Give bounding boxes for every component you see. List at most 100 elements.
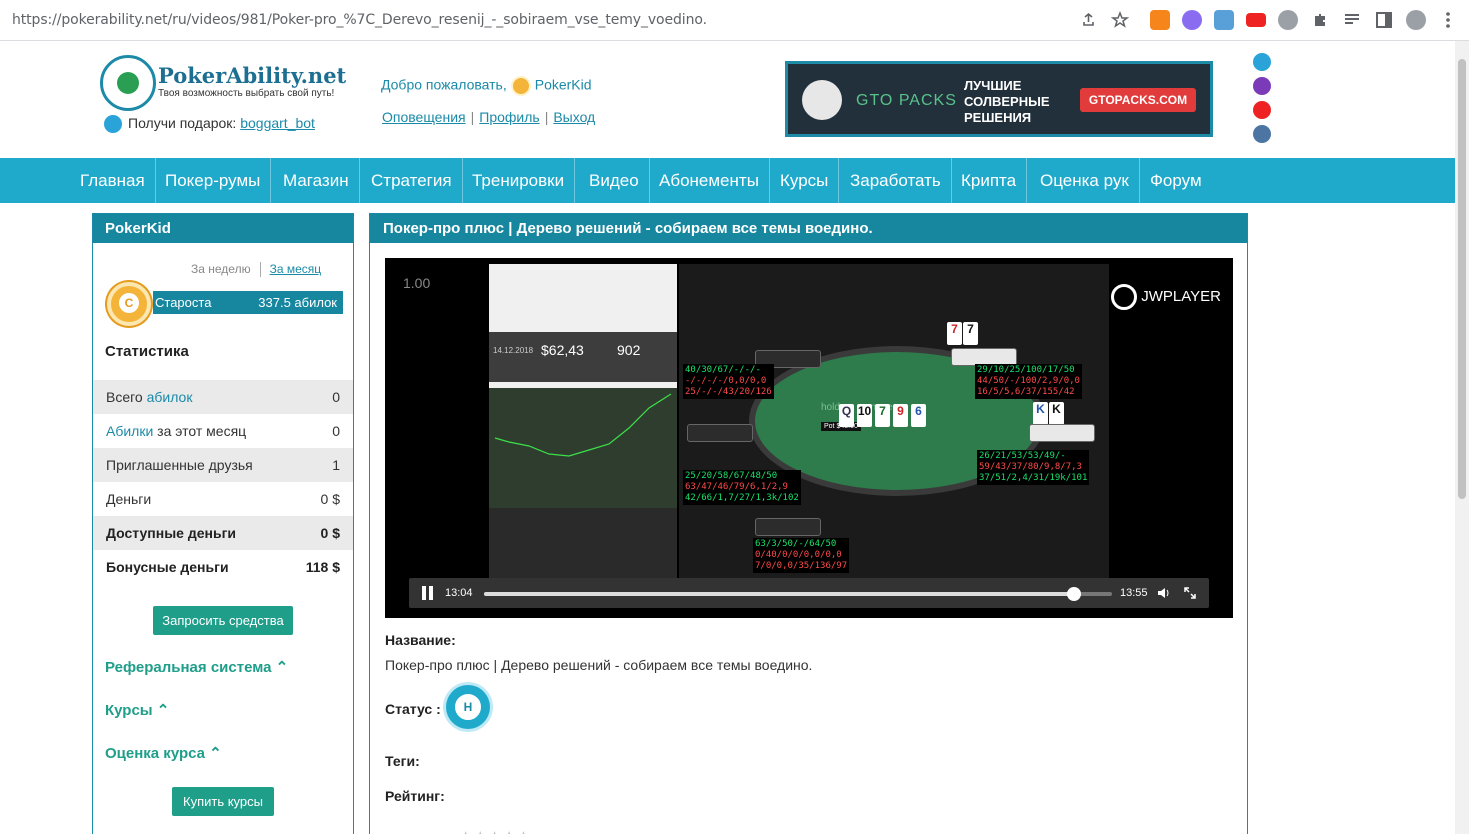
ability-link[interactable]: абилок [147,389,193,405]
nav-courses[interactable]: Курсы [770,158,840,203]
hud-seat-bottom: 63/3/50/-/64/50 0/40/0/0/0,0/0,0 7/0/0,0/3… [753,538,850,573]
browser-toolbar: https://pokerability.net/ru/videos/981/P… [0,0,1469,41]
video-frame-tracker-app: 14.12.2018 $62,43 902 [489,264,677,578]
hud-seat-top-right: 29/10/25/100/17/50 44/50/-/100/2,9/0,0 16/… [975,364,1082,399]
name-value: Покер-про плюс | Дерево решений - собира… [385,657,813,673]
request-funds-button[interactable]: Запросить средства [153,606,293,635]
tree-logo-icon [802,80,842,120]
globe-extension-icon[interactable] [1278,10,1298,30]
nav-shop[interactable]: Магазин [273,158,360,203]
twitch-social-icon[interactable] [1253,77,1271,95]
stat-row-money: Деньги 0 $ [106,491,340,507]
banner-button[interactable]: GTOPACKS.COM [1080,88,1196,112]
video-player[interactable]: 1.00 14.12.2018 $62,43 902 holdem manage… [385,258,1233,618]
name-label: Название: [385,632,456,648]
player-controls: 13:04 13:55 [409,578,1209,608]
address-bar[interactable]: https://pokerability.net/ru/videos/981/P… [12,12,707,28]
abilki-link[interactable]: Абилки [106,423,153,439]
wallet-extension-icon[interactable] [1182,10,1202,30]
gtopacks-banner[interactable]: GTO PACKS ЛУЧШИЕ СОЛВЕРНЫЕ РЕШЕНИЯ GTOPA… [785,61,1213,137]
board-card-5: 6 [911,404,926,427]
elapsed-time: 13:04 [445,587,473,599]
buy-courses-button[interactable]: Купить курсы [172,787,274,816]
video-panel: Покер-про плюс | Дерево решений - собира… [369,213,1248,834]
profile-avatar-icon[interactable] [1406,10,1426,30]
seek-bar[interactable] [484,592,1112,596]
seat-right [1029,424,1095,442]
accordion-courses[interactable]: Курсы ⌃ [105,701,169,719]
bookmark-star-icon[interactable] [1110,10,1130,30]
pause-icon[interactable] [421,586,435,600]
jwplayer-mark-icon [1111,284,1138,310]
rank-letter: C [119,293,139,313]
video-title-header: Покер-про плюс | Дерево решений - собира… [370,214,1247,243]
nav-strategy[interactable]: Стратегия [361,158,463,203]
stat-row-month: Абилки за этот месяц 0 [106,423,340,439]
status-badge-icon: Н [446,685,490,729]
accordion-course-rating[interactable]: Оценка курса ⌃ [105,744,222,762]
youtube-extension-icon[interactable] [1246,13,1266,27]
tracker-graph [489,388,677,508]
accordion-referral[interactable]: Реферальная система ⌃ [105,658,288,676]
reading-list-icon[interactable] [1342,10,1362,30]
seat-bottom [755,518,821,536]
notifications-link[interactable]: Оповещения [382,109,466,125]
user-rank-coin-icon [510,76,531,96]
stat-row-friends: Приглашенные друзья 1 [93,448,353,482]
chevron-up-icon: ⌃ [275,659,289,676]
nav-earn[interactable]: Заработать [840,158,952,203]
user-links: Оповещения | Профиль | Выход [382,109,596,125]
nav-home[interactable]: Главная [70,158,156,203]
villain-card-1: 7 [947,322,962,345]
rank-coin-icon: C [107,282,151,326]
tracker-table [489,508,677,578]
hero-card-2: K [1049,402,1064,425]
board-card-1: Q [839,404,854,427]
logo-emblem-icon [100,55,156,111]
logo-text: PokerAbility.net [158,63,347,88]
stat-row-available: Доступные деньги 0 $ [93,516,353,550]
nav-forum[interactable]: Форум [1140,158,1212,203]
nav-training[interactable]: Тренировки [462,158,576,203]
villain-card-2: 7 [963,322,978,345]
share-icon[interactable] [1078,10,1098,30]
vk-social-icon[interactable] [1253,125,1271,143]
gift-prefix: Получи подарок: [128,115,237,131]
seek-handle[interactable] [1067,587,1082,601]
period-week[interactable]: За неделю [191,262,251,276]
gift-bot-link[interactable]: boggart_bot [240,115,315,131]
nav-poker-rooms[interactable]: Покер-румы [155,158,272,203]
volume-icon[interactable] [1157,587,1171,599]
profile-link[interactable]: Профиль [479,109,539,125]
nav-video[interactable]: Видео [579,158,650,203]
nav-hand-review[interactable]: Оценка рук [1030,158,1140,203]
stat-row-bonus: Бонусные деньги 118 $ [106,559,340,575]
scrollbar-thumb[interactable] [1458,59,1466,499]
hud-seat-left: 25/20/58/67/48/50 63/47/46/79/6,1/2,9 42/6… [683,470,801,505]
logout-link[interactable]: Выход [553,109,595,125]
telegram-icon [104,115,122,134]
chevron-up-icon: ⌃ [209,745,222,762]
chevron-up-icon: ⌃ [156,702,170,719]
hud-seat-right: 26/21/53/53/49/- 59/43/37/80/9,8/7,3 37/51… [977,450,1090,485]
board-card-2: 10 [857,404,872,427]
youtube-social-icon[interactable] [1253,101,1271,119]
extensions-puzzle-icon[interactable] [1310,10,1330,30]
page-scrollbar[interactable] [1455,41,1469,834]
banner-brand: GTO PACKS [856,92,957,109]
translate-extension-icon[interactable] [1214,10,1234,30]
board-card-3: 7 [875,404,890,427]
side-panel-icon[interactable] [1374,10,1394,30]
rating-stars[interactable]: ★★★★★ [459,828,531,834]
metamask-extension-icon[interactable] [1150,10,1170,30]
nav-crypto[interactable]: Крипта [951,158,1028,203]
period-month[interactable]: За месяц [270,262,322,276]
fullscreen-icon[interactable] [1183,586,1197,600]
welcome-label: Добро пожаловать, [381,76,507,93]
nav-subscriptions[interactable]: Абонементы [649,158,770,203]
rating-label: Рейтинг: [385,788,445,804]
header-username[interactable]: PokerKid [535,77,592,93]
browser-menu-icon[interactable] [1438,10,1458,30]
telegram-social-icon[interactable] [1253,53,1271,71]
player-corner-number: 1.00 [403,275,431,291]
